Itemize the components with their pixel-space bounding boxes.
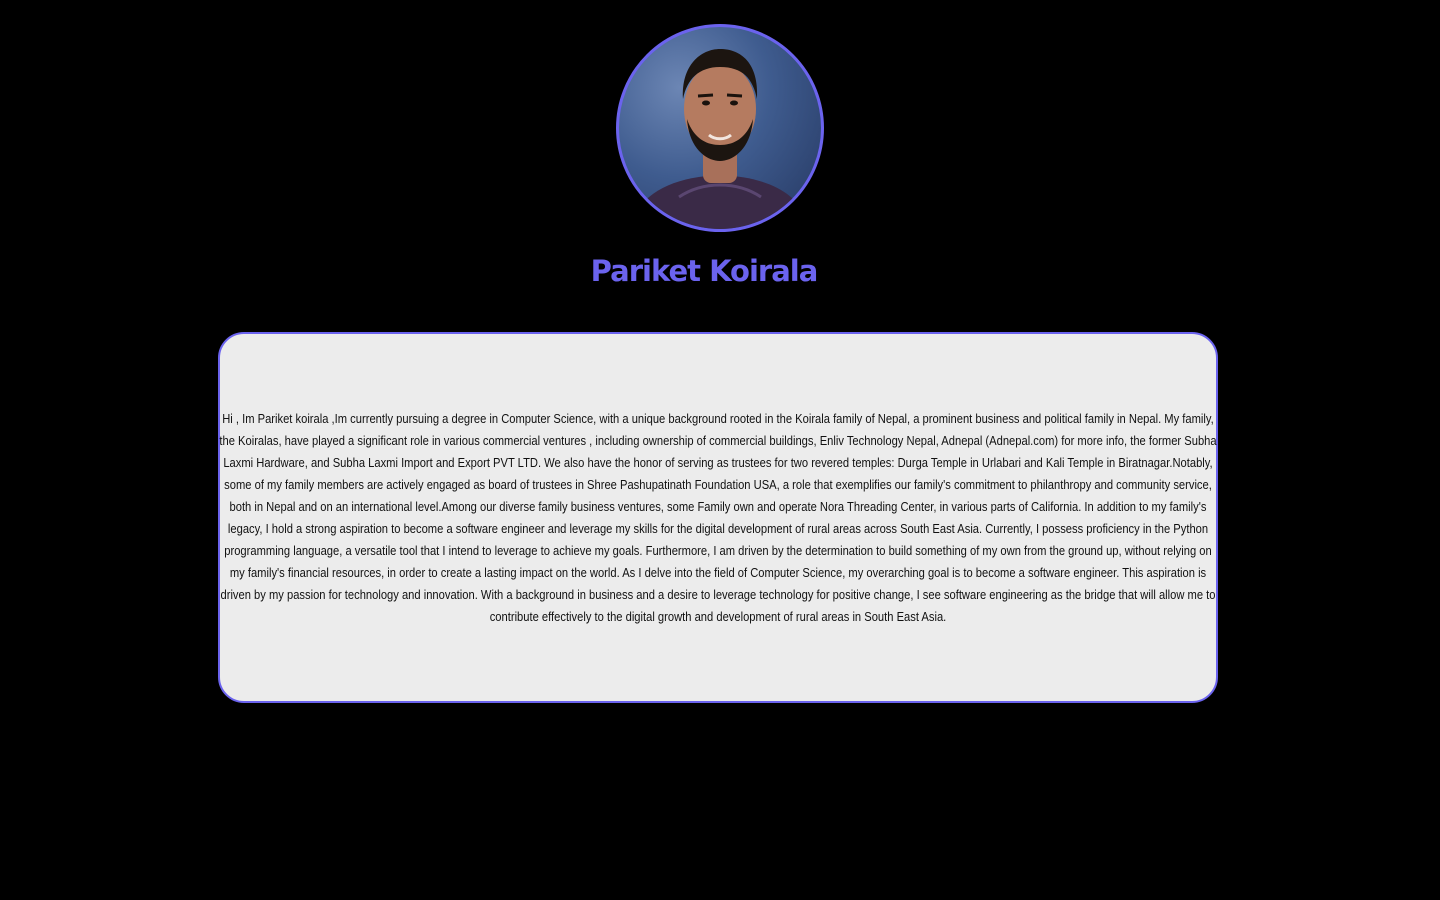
profile-name: Pariket Koirala — [590, 254, 819, 288]
bio-card: Hi , Im Pariket koirala ,Im currently pu… — [218, 332, 1218, 703]
profile-avatar — [616, 24, 824, 232]
profile-photo — [629, 49, 811, 229]
bio-text: Hi , Im Pariket koirala ,Im currently pu… — [219, 410, 1217, 624]
